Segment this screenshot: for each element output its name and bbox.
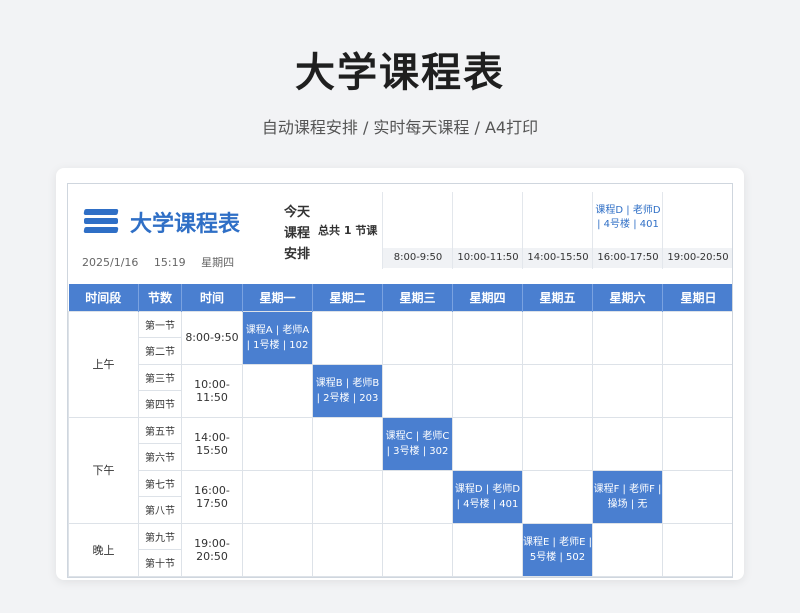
empty-cell[interactable]: [452, 363, 523, 418]
empty-cell[interactable]: [382, 469, 453, 524]
course-cell[interactable]: 课程E | 老师E | 5号楼 | 502: [522, 522, 593, 577]
today-slot: 课程D | 老师D | 4号楼 | 401 16:00-17:50: [592, 192, 663, 269]
period-cell: 第四节: [138, 390, 182, 418]
time-cell: 8:00-9:50: [181, 310, 243, 365]
empty-cell[interactable]: [592, 363, 663, 418]
column-header: 星期一: [242, 284, 313, 311]
empty-cell[interactable]: [592, 522, 663, 577]
period-cell: 第一节: [138, 310, 182, 338]
time-cell: 10:00-11:50: [181, 363, 243, 418]
today-slot: 19:00-20:50: [662, 192, 732, 269]
today-slot-time: 16:00-17:50: [593, 248, 663, 268]
empty-cell[interactable]: [242, 416, 313, 471]
empty-cell[interactable]: [662, 416, 732, 471]
sheet-header: 大学课程表: [82, 206, 240, 238]
page-subtitle: 自动课程安排 / 实时每天课程 / A4打印: [261, 118, 539, 137]
time-segment: 下午: [68, 416, 139, 524]
today-slots: 8:00-9:50 10:00-11:50 14:00-15:50 课程D | …: [382, 192, 732, 269]
empty-cell[interactable]: [662, 522, 732, 577]
empty-cell[interactable]: [452, 310, 523, 365]
today-slot-time: 14:00-15:50: [523, 248, 593, 268]
empty-cell[interactable]: [522, 363, 593, 418]
period-cell: 第六节: [138, 443, 182, 471]
empty-cell[interactable]: [662, 363, 732, 418]
column-header: 星期日: [662, 284, 732, 311]
course-cell[interactable]: 课程A | 老师A | 1号楼 | 102: [242, 310, 313, 365]
period-cell: 第七节: [138, 469, 182, 497]
today-slot-time: 19:00-20:50: [663, 248, 732, 268]
books-icon: [82, 207, 120, 237]
empty-cell[interactable]: [382, 363, 453, 418]
today-slot: 10:00-11:50: [452, 192, 523, 269]
today-slot-course: [663, 194, 732, 242]
empty-cell[interactable]: [662, 310, 732, 365]
empty-cell[interactable]: [522, 310, 593, 365]
period-cell: 第三节: [138, 363, 182, 391]
today-schedule-label: 今天 课程 安排: [283, 205, 310, 262]
today-slot-course: [453, 194, 523, 242]
course-cell[interactable]: 课程F | 老师F | 操场 | 无: [592, 469, 663, 524]
empty-cell[interactable]: [312, 522, 383, 577]
current-date: 2025/1/16: [82, 256, 139, 269]
column-header: 星期二: [312, 284, 383, 311]
empty-cell[interactable]: [312, 310, 383, 365]
empty-cell[interactable]: [662, 469, 732, 524]
current-weekday: 星期四: [201, 256, 235, 269]
empty-cell[interactable]: [312, 469, 383, 524]
empty-cell[interactable]: [522, 416, 593, 471]
table-row: 晚上 第九节 19:00-20:50 课程E | 老师E | 5号楼 | 502: [68, 522, 732, 577]
empty-cell[interactable]: [592, 310, 663, 365]
empty-cell[interactable]: [522, 469, 593, 524]
empty-cell[interactable]: [242, 469, 313, 524]
empty-cell[interactable]: [242, 363, 313, 418]
page-title: 大学课程表: [295, 50, 505, 96]
time-segment: 晚上: [68, 522, 139, 577]
column-header: 时间段: [68, 284, 139, 311]
today-slot: 8:00-9:50: [382, 192, 453, 269]
table-row: 上午 第一节 8:00-9:50 课程A | 老师A | 1号楼 | 102: [68, 310, 732, 418]
empty-cell[interactable]: [452, 522, 523, 577]
current-datetime: 2025/1/16 15:19 星期四: [82, 254, 246, 270]
period-cell: 第五节: [138, 416, 182, 444]
today-slot-course: 课程D | 老师D | 4号楼 | 401: [595, 205, 661, 230]
period-cell: 第二节: [138, 337, 182, 365]
empty-cell[interactable]: [242, 522, 313, 577]
time-cell: 16:00-17:50: [181, 469, 243, 524]
column-header: 星期五: [522, 284, 593, 311]
table-row: 第七节 16:00-17:50 课程D | 老师D | 4号楼 | 401 课程…: [69, 469, 732, 524]
today-slot-course: [523, 194, 593, 242]
column-header: 星期四: [452, 284, 523, 311]
empty-cell[interactable]: [382, 522, 453, 577]
time-cell: 19:00-20:50: [181, 522, 243, 577]
today-slot-time: 8:00-9:50: [383, 248, 453, 268]
table-header-row: 时间段 节数 时间 星期一 星期二 星期三 星期四 星期五 星期六 星期日: [68, 284, 732, 311]
time-segment: 上午: [68, 310, 139, 418]
column-header: 时间: [181, 284, 243, 311]
current-time: 15:19: [153, 256, 186, 269]
course-cell[interactable]: 课程D | 老师D | 4号楼 | 401: [452, 469, 523, 524]
period-cell: 第九节: [138, 522, 182, 550]
period-cell: 第十节: [138, 549, 182, 577]
column-header: 星期六: [592, 284, 663, 311]
table-row: 第三节 10:00-11:50 课程B | 老师B | 2号楼 | 203: [69, 363, 732, 418]
schedule-table: 时间段 节数 时间 星期一 星期二 星期三 星期四 星期五 星期六 星期日 上午…: [68, 284, 732, 577]
period-cell: 第八节: [138, 496, 182, 524]
empty-cell[interactable]: [592, 416, 663, 471]
column-header: 星期三: [382, 284, 453, 311]
table-row: 下午 第五节 14:00-15:50 课程C | 老师C | 3号楼 | 302: [68, 416, 732, 524]
today-slot-course: [383, 194, 453, 242]
empty-cell[interactable]: [452, 416, 523, 471]
course-cell[interactable]: 课程B | 老师B | 2号楼 | 203: [312, 363, 383, 418]
total-courses: 总共 1 节课: [318, 224, 378, 237]
schedule-sheet: 大学课程表 2025/1/16 15:19 星期四 今天 课程 安排 总共 1 …: [67, 183, 733, 578]
course-cell[interactable]: 课程C | 老师C | 3号楼 | 302: [382, 416, 453, 471]
empty-cell[interactable]: [382, 310, 453, 365]
today-slot-time: 10:00-11:50: [453, 248, 523, 268]
column-header: 节数: [138, 284, 182, 311]
sheet-title: 大学课程表: [130, 212, 241, 237]
today-slot: 14:00-15:50: [522, 192, 593, 269]
time-cell: 14:00-15:50: [181, 416, 243, 471]
empty-cell[interactable]: [312, 416, 383, 471]
